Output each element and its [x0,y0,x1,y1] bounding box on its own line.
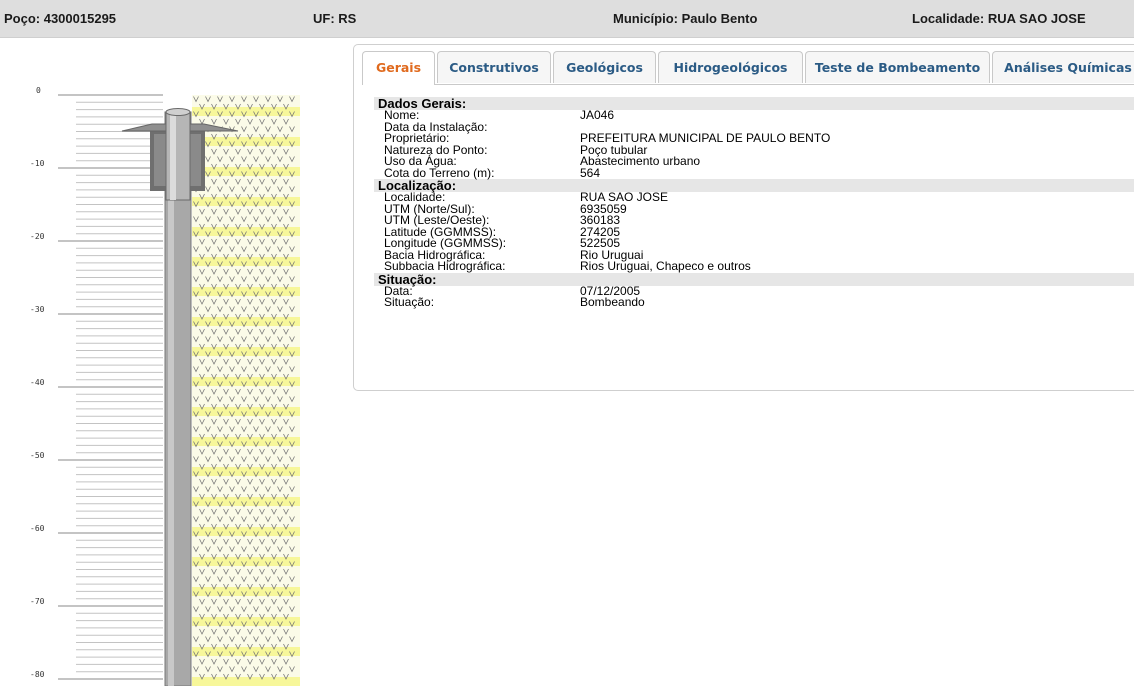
formation-band [192,557,300,566]
depth-label: -70 [30,597,45,606]
field-label: Subbacia Hidrográfica: [384,259,506,273]
depth-label: -60 [30,524,45,533]
formation-band [192,407,300,416]
formation-band [192,497,300,506]
poco-id: Poço: 4300015295 [4,11,117,26]
field-row: Nome: JA046 [374,108,1134,122]
formation-band [192,527,300,536]
formation-band [192,107,300,116]
depth-label: -80 [30,670,45,679]
tab-hidrogeologicos[interactable]: Hidrogeológicos [658,51,803,83]
field-row: Subbacia Hidrográfica: Rios Uruguai, Chap… [374,259,1134,273]
tab-construtivos[interactable]: Construtivos [437,51,551,83]
well-head-highlight [170,112,176,200]
tab-teste-bombeamento[interactable]: Teste de Bombeamento [805,51,990,83]
formation-band [192,467,300,476]
localidade-label: Localidade: RUA SAO JOSE [912,11,1086,26]
section-title-localizacao: Localização: [374,179,1134,192]
field-row: Proprietário: PREFEITURA MUNICIPAL DE PAU… [374,132,1134,145]
formation-band [192,437,300,446]
field-value: JA046 [580,108,615,122]
formation-band [192,167,300,176]
field-value: Rios Uruguai, Chapeco e outros [580,259,751,273]
tab-analises-quimicas[interactable]: Análises Químicas [992,51,1134,83]
tab-label: Construtivos [449,60,539,75]
tab-content-gerais: Dados Gerais: Nome: JA046 Data da Instala… [374,97,1134,309]
formation-band [192,287,300,296]
well-profile-diagram: 0 -10 -20 -30 -40 -50 -60 -70 -80 [30,86,300,687]
well-head-top [165,108,191,116]
formation-band [192,257,300,266]
formation-band [192,617,300,626]
field-row: Longitude (GGMMSS): 522505 [374,237,1134,250]
depth-label: -40 [30,378,45,387]
section-title-dados-gerais: Dados Gerais: [374,97,1134,110]
tab-label: Gerais [375,60,422,75]
field-row: Natureza do Ponto: Poço tubular [374,144,1134,157]
depth-label: -10 [30,159,45,168]
field-row: Cota do Terreno (m): 564 [374,165,1134,180]
tab-gerais[interactable]: Gerais [362,51,435,85]
field-value: 564 [580,165,601,180]
formation-band [192,347,300,356]
uf-label: UF: RS [313,11,357,26]
formation-band [192,227,300,236]
field-row: Localidade: RUA SAO JOSE [374,191,1134,204]
formation-band [192,677,300,686]
formation-band [192,197,300,206]
municipio-label: Município: Paulo Bento [613,11,758,26]
formation-band [192,317,300,326]
field-label: Situação: [384,295,435,309]
formation-band [192,587,300,596]
section-title-situacao: Situação: [374,272,1134,286]
well-profile: 0 -10 -20 -30 -40 -50 -60 -70 -80 [0,38,320,687]
formation-band [192,647,300,656]
tabbar-divider [362,84,1134,85]
field-row: Data: 07/12/2005 [374,285,1134,298]
formation-fill [192,95,300,686]
formation-band [192,137,300,146]
formation-band [192,377,300,386]
tab-label: Análises Químicas [1004,60,1132,75]
depth-label: 0 [36,86,41,95]
header-bar: Poço: 4300015295 UF: RS Município: Paulo… [0,0,1134,38]
depth-label: -30 [30,305,45,314]
depth-label: -20 [30,232,45,241]
depth-label: -50 [30,451,45,460]
field-row: Situação: Bombeando [374,295,1134,309]
tabs-panel: Gerais Construtivos Geológicos Hidrogeol… [353,44,1134,391]
tab-label: Geológicos [566,60,643,75]
field-label: Cota do Terreno (m): [384,165,495,180]
tab-label: Hidrogeológicos [673,60,788,75]
tab-label: Teste de Bombeamento [814,60,981,75]
well-head-pipe [165,111,191,201]
field-value: Bombeando [580,295,645,309]
tab-geologicos[interactable]: Geológicos [553,51,656,83]
